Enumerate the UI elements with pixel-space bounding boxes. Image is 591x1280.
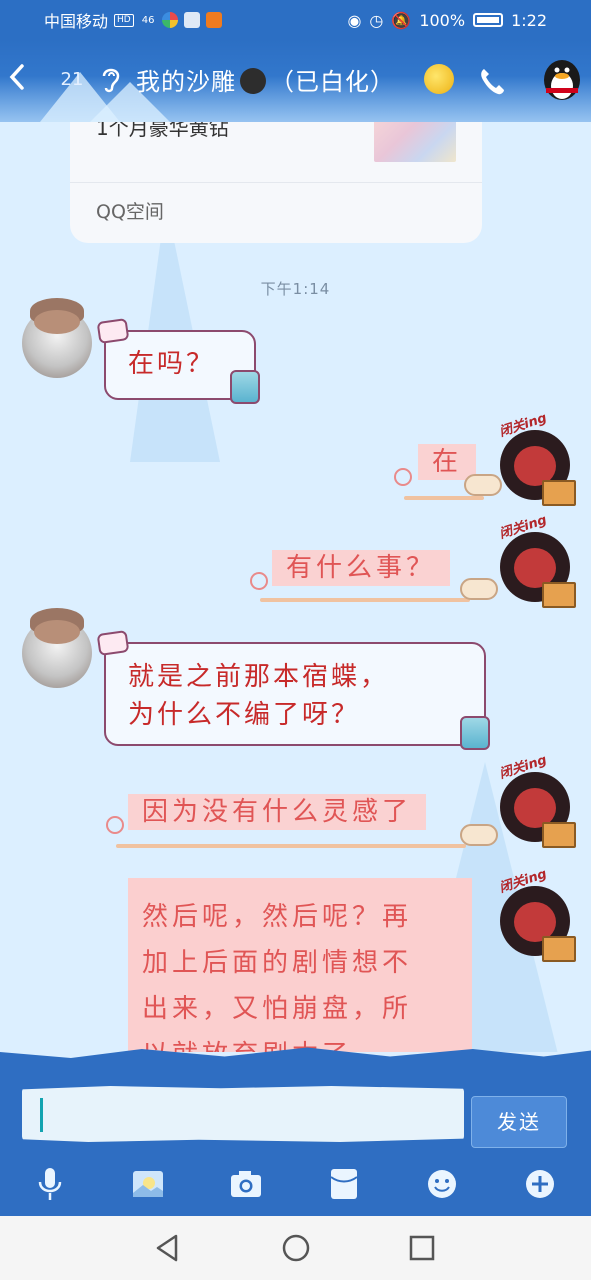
system-nav-bar — [0, 1216, 591, 1280]
underline-rule — [116, 844, 466, 848]
message-text-line: 加上后面的剧情想不 — [142, 948, 413, 978]
read-check-icon — [106, 816, 124, 834]
contact-avatar[interactable] — [22, 608, 92, 688]
red-packet-icon[interactable] — [324, 1162, 364, 1206]
shop-notification-icon — [206, 12, 223, 28]
read-check-icon — [250, 572, 268, 590]
bubble-corner-decoration — [96, 630, 130, 656]
unread-count[interactable]: 21 — [54, 66, 90, 94]
mute-bell-icon: 🔕 — [391, 10, 412, 30]
ear-icon[interactable] — [100, 64, 124, 96]
chevron-left-icon — [9, 64, 24, 90]
chat-message-list[interactable]: 1个月豪华黄钻 QQ空间 下午1:14 在吗？ 闭关ing 在 闭关ing 有什… — [0, 122, 591, 1052]
carrier-label: 中国移动 — [44, 12, 109, 31]
bubble-bottle-decoration — [460, 716, 490, 750]
shared-card-thumbnail — [374, 122, 456, 162]
my-avatar[interactable]: 闭关ing — [498, 867, 576, 962]
underline-rule — [260, 598, 470, 602]
alarm-icon: ◷ — [369, 10, 384, 30]
hamster-face — [34, 310, 80, 334]
my-avatar[interactable]: 闭关ing — [498, 753, 576, 848]
chat-header: 21 我的沙雕 （已白化） — [0, 40, 591, 122]
gift-box-decoration — [542, 936, 576, 962]
recents-square-icon[interactable] — [406, 1232, 438, 1264]
phone-icon[interactable] — [478, 66, 506, 103]
avatar-tag: 闭关ing — [497, 752, 549, 783]
microphone-icon[interactable] — [30, 1162, 70, 1206]
avatar-tag: 闭关ing — [497, 410, 549, 441]
cat-decoration — [460, 578, 498, 600]
cat-decoration — [464, 474, 502, 496]
divider — [70, 182, 482, 183]
message-bubble[interactable]: 就是之前那本宿蝶， 为什么不编了呀？ — [96, 630, 490, 750]
shared-card-title: 1个月豪华黄钻 — [96, 122, 229, 140]
message-text-line: 然后呢，然后呢？再 — [142, 902, 413, 932]
hamster-face — [34, 620, 80, 644]
battery-icon — [473, 13, 504, 27]
message-input[interactable] — [22, 1086, 464, 1142]
hd-badge: HD — [114, 13, 134, 27]
bubble-underline-decoration — [106, 816, 500, 852]
signal-badge: 46 — [141, 14, 155, 26]
moon-face-emoji-icon — [240, 68, 266, 94]
chat-title[interactable]: 我的沙雕 （已白化） — [136, 62, 395, 97]
message-text-line: 为什么不编了呀？ — [128, 700, 361, 730]
send-button[interactable]: 发送 — [471, 1096, 567, 1148]
avatar-tag: 闭关ing — [497, 512, 549, 543]
chat-toolbar — [0, 1156, 591, 1216]
message-bubble[interactable]: 然后呢，然后呢？再 加上后面的剧情想不 出来，又怕崩盘，所 以就放弃剧本了 — [128, 878, 472, 1052]
bubble-bottle-decoration — [230, 370, 260, 404]
status-left: 中国移动 HD 46 — [44, 8, 223, 32]
back-triangle-icon[interactable] — [152, 1232, 184, 1264]
text-caret — [40, 1098, 43, 1132]
eye-icon: ◉ — [347, 10, 362, 30]
image-icon[interactable] — [128, 1162, 168, 1206]
my-avatar[interactable]: 闭关ing — [498, 513, 576, 608]
home-circle-icon[interactable] — [280, 1232, 312, 1264]
gift-box-decoration — [542, 480, 576, 506]
underline-rule — [404, 496, 484, 500]
message-text: 在吗？ — [128, 349, 216, 379]
mail-notification-icon — [184, 12, 201, 28]
status-bar: 中国移动 HD 46 ◉ ◷ 🔕 100% 1:22 — [0, 0, 591, 40]
message-text-line: 出来，又怕崩盘，所 — [142, 994, 413, 1024]
message-bubble[interactable]: 在吗？ — [96, 318, 260, 404]
penguin-icon[interactable] — [540, 56, 584, 102]
gift-box-decoration — [542, 582, 576, 608]
cat-decoration — [460, 824, 498, 846]
back-button[interactable] — [6, 62, 36, 98]
my-avatar[interactable]: 闭关ing — [498, 411, 576, 506]
chat-title-name: 我的沙雕 — [136, 68, 236, 96]
shared-card-source: QQ空间 — [96, 201, 164, 223]
bubble-underline-decoration — [250, 572, 500, 608]
emoji-icon[interactable] — [422, 1162, 462, 1206]
message-text-line: 就是之前那本宿蝶， — [128, 662, 390, 692]
camera-icon[interactable] — [226, 1162, 266, 1206]
smile-emoji-icon — [424, 64, 454, 94]
bubble-corner-decoration — [96, 318, 130, 344]
battery-percent: 100% — [419, 10, 466, 30]
contact-avatar[interactable] — [22, 298, 92, 378]
chat-title-suffix: （已白化） — [270, 68, 395, 96]
gift-box-decoration — [542, 822, 576, 848]
status-right: ◉ ◷ 🔕 100% 1:22 — [347, 11, 547, 30]
plus-icon[interactable] — [520, 1162, 560, 1206]
bubble-underline-decoration — [394, 466, 502, 500]
shared-card[interactable]: 1个月豪华黄钻 QQ空间 — [70, 122, 482, 243]
clock-time: 1:22 — [511, 10, 547, 30]
app-notification-icon — [162, 12, 179, 28]
read-check-icon — [394, 468, 412, 486]
message-timestamp: 下午1:14 — [260, 280, 331, 298]
